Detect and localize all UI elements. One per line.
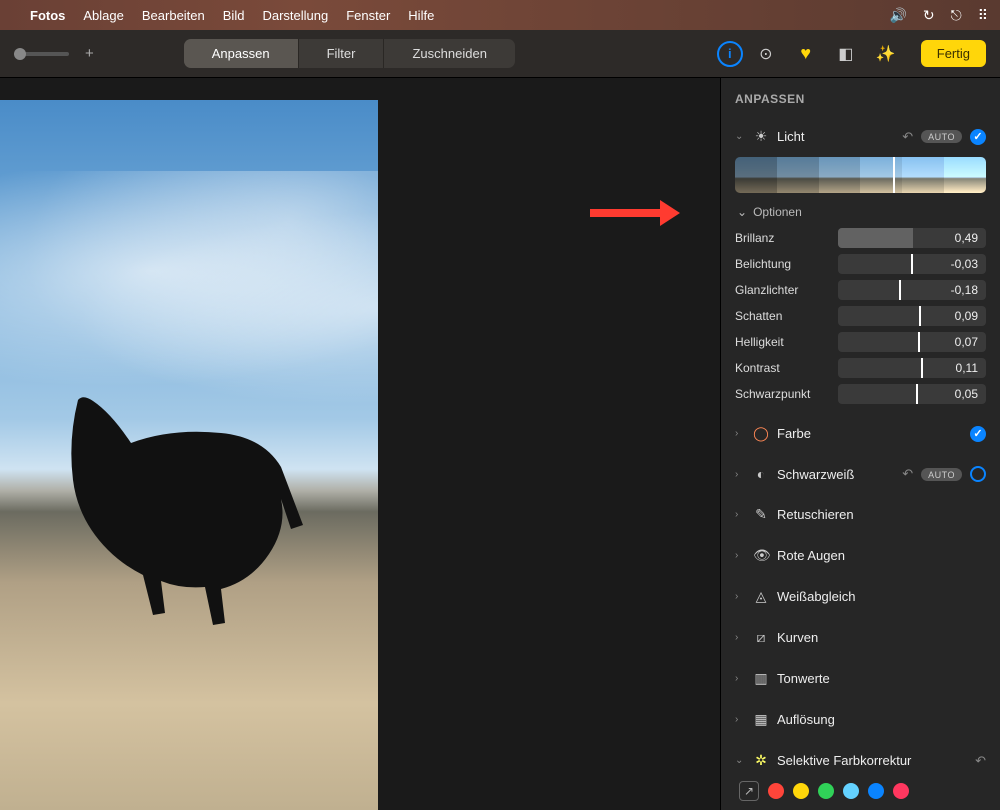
panel-weissabgleich[interactable]: › ◬ Weißabgleich <box>735 582 986 611</box>
slider-schatten[interactable]: Schatten 0,09 <box>735 303 986 329</box>
panel-aufloesung[interactable]: › ▦ Auflösung <box>735 705 986 734</box>
panel-farbe[interactable]: › ◯ Farbe ✓ <box>735 419 986 448</box>
swatch-yellow[interactable] <box>793 783 809 799</box>
resolution-icon: ▦ <box>753 711 769 728</box>
volume-icon[interactable]: 🔊 <box>889 7 906 24</box>
more-button[interactable]: ⊙ <box>749 39 783 69</box>
panel-schwarzweiss[interactable]: › ◐ Schwarzweiß ↶ AUTO <box>735 460 986 488</box>
reset-icon[interactable]: ↶ <box>902 129 913 145</box>
menu-hilfe[interactable]: Hilfe <box>408 8 434 23</box>
color-swatches: ↗ <box>735 775 986 807</box>
palette-icon: ✲ <box>753 752 769 769</box>
panel-licht: ⌄ ☀ Licht ↶ AUTO ✓ ⌄ Optionen Brillanz 0… <box>721 116 1000 413</box>
light-preview-strip[interactable] <box>735 157 986 193</box>
slider-schwarzpunkt[interactable]: Schwarzpunkt 0,05 <box>735 381 986 407</box>
reset-icon[interactable]: ↶ <box>975 753 986 769</box>
tab-anpassen[interactable]: Anpassen <box>184 39 299 68</box>
swatch-cyan[interactable] <box>843 783 859 799</box>
slider-kontrast[interactable]: Kontrast 0,11 <box>735 355 986 381</box>
options-label: Optionen <box>753 205 802 219</box>
menu-ablage[interactable]: Ablage <box>83 8 123 23</box>
chevron-right-icon: › <box>735 632 745 643</box>
light-preview-marker <box>893 157 895 193</box>
bluetooth-icon[interactable]: ⎋ <box>951 7 962 24</box>
rotate-button[interactable]: ◧ <box>829 39 863 69</box>
panel-selektive-farbkorrektur: ⌄ ✲ Selektive Farbkorrektur ↶ ↗ Farbton … <box>721 740 1000 810</box>
slider-belichtung[interactable]: Belichtung -0,03 <box>735 251 986 277</box>
wand-button[interactable]: ✨ <box>869 39 903 69</box>
edit-mode-tabs: Anpassen Filter Zuschneiden <box>184 39 515 68</box>
chevron-right-icon: › <box>735 673 745 684</box>
chevron-right-icon: › <box>735 550 745 561</box>
options-toggle[interactable]: ⌄ Optionen <box>735 201 986 225</box>
eyedropper-button[interactable]: ↗ <box>739 781 759 801</box>
chevron-right-icon: › <box>735 591 745 602</box>
bw-circle-icon: ◐ <box>753 466 769 482</box>
panel-toggle[interactable] <box>970 466 986 482</box>
chevron-down-icon: ⌄ <box>737 205 747 219</box>
menu-bearbeiten[interactable]: Bearbeiten <box>142 8 205 23</box>
curves-icon: ⧄ <box>753 629 769 646</box>
system-menubar: Fotos Ablage Bearbeiten Bild Darstellung… <box>0 0 1000 30</box>
swatch-blue[interactable] <box>868 783 884 799</box>
adjust-sidebar: ANPASSEN ⌄ ☀ Licht ↶ AUTO ✓ ⌄ Optionen B… <box>720 78 1000 810</box>
chevron-right-icon: › <box>735 509 745 520</box>
panel-toggle[interactable]: ✓ <box>970 129 986 145</box>
slider-brillanz[interactable]: Brillanz 0,49 <box>735 225 986 251</box>
triangle-icon: ◬ <box>753 588 769 605</box>
reset-icon[interactable]: ↶ <box>902 466 913 482</box>
slider-glanzlichter[interactable]: Glanzlichter -0,18 <box>735 277 986 303</box>
swatch-red[interactable] <box>768 783 784 799</box>
auto-button[interactable]: AUTO <box>921 130 962 143</box>
bandage-icon: ✎ <box>753 506 769 523</box>
photo-canvas[interactable] <box>0 78 720 810</box>
levels-icon: ▥ <box>753 670 769 687</box>
favorite-button[interactable]: ♥ <box>789 39 823 69</box>
chevron-right-icon: › <box>735 428 745 439</box>
photo-preview <box>0 100 378 810</box>
auto-button[interactable]: AUTO <box>921 468 962 481</box>
menu-bild[interactable]: Bild <box>223 8 245 23</box>
tab-zuschneiden[interactable]: Zuschneiden <box>384 39 514 68</box>
panel-retuschieren[interactable]: › ✎ Retuschieren <box>735 500 986 529</box>
info-button[interactable]: i <box>717 41 743 67</box>
photo-content <box>18 380 318 650</box>
menu-fenster[interactable]: Fenster <box>346 8 390 23</box>
tutorial-arrow <box>590 198 680 228</box>
zoom-in-icon[interactable]: + <box>85 45 94 62</box>
control-center-icon[interactable]: ⠿ <box>978 7 988 24</box>
sidebar-header: ANPASSEN <box>721 78 1000 116</box>
edit-toolbar: + Anpassen Filter Zuschneiden i ⊙ ♥ ◧ ✨ … <box>0 30 1000 78</box>
clock-icon[interactable]: ↻ <box>923 7 935 24</box>
menu-darstellung[interactable]: Darstellung <box>262 8 328 23</box>
workspace: ANPASSEN ⌄ ☀ Licht ↶ AUTO ✓ ⌄ Optionen B… <box>0 78 1000 810</box>
sun-icon: ☀ <box>753 128 769 145</box>
panel-licht-header[interactable]: ⌄ ☀ Licht ↶ AUTO ✓ <box>735 122 986 151</box>
panel-tonwerte[interactable]: › ▥ Tonwerte <box>735 664 986 693</box>
chevron-down-icon: ⌄ <box>735 755 745 766</box>
panel-toggle[interactable]: ✓ <box>970 426 986 442</box>
color-ring-icon: ◯ <box>753 425 769 442</box>
slider-helligkeit[interactable]: Helligkeit 0,07 <box>735 329 986 355</box>
app-name[interactable]: Fotos <box>30 8 65 23</box>
swatch-green[interactable] <box>818 783 834 799</box>
panel-rote-augen[interactable]: › 👁 Rote Augen <box>735 541 986 570</box>
panel-kurven[interactable]: › ⧄ Kurven <box>735 623 986 652</box>
panel-licht-title: Licht <box>777 129 894 144</box>
eye-icon: 👁 <box>753 547 769 564</box>
zoom-slider[interactable] <box>14 52 69 56</box>
done-button[interactable]: Fertig <box>921 40 986 67</box>
chevron-down-icon: ⌄ <box>735 131 745 142</box>
chevron-right-icon: › <box>735 714 745 725</box>
tab-filter[interactable]: Filter <box>299 39 385 68</box>
panel-selektiv-header[interactable]: ⌄ ✲ Selektive Farbkorrektur ↶ <box>735 746 986 775</box>
swatch-magenta[interactable] <box>893 783 909 799</box>
chevron-right-icon: › <box>735 469 745 480</box>
